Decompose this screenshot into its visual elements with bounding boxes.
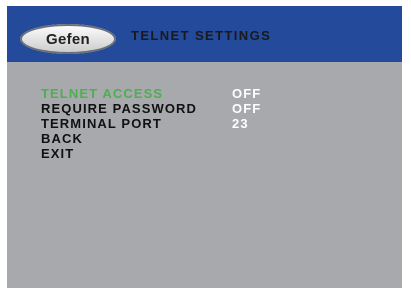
gefen-logo: Gefen (20, 24, 116, 54)
menu-item-label: EXIT (41, 146, 75, 161)
menu-item-value: OFF (232, 101, 262, 116)
menu-item-value: 23 (232, 116, 249, 131)
menu-item-label: TELNET ACCESS (41, 86, 164, 101)
menu-item-label: BACK (41, 131, 83, 146)
menu-item-label: REQUIRE PASSWORD (41, 101, 198, 116)
menu-item-label: TERMINAL PORT (41, 116, 162, 131)
page-title: TELNET SETTINGS (131, 28, 272, 43)
menu-item-value: OFF (232, 86, 262, 101)
osd-panel: Gefen TELNET SETTINGS TELNET ACCESS OFF … (7, 6, 402, 288)
logo-text: Gefen (45, 30, 90, 48)
header-bar: Gefen TELNET SETTINGS (7, 6, 402, 62)
